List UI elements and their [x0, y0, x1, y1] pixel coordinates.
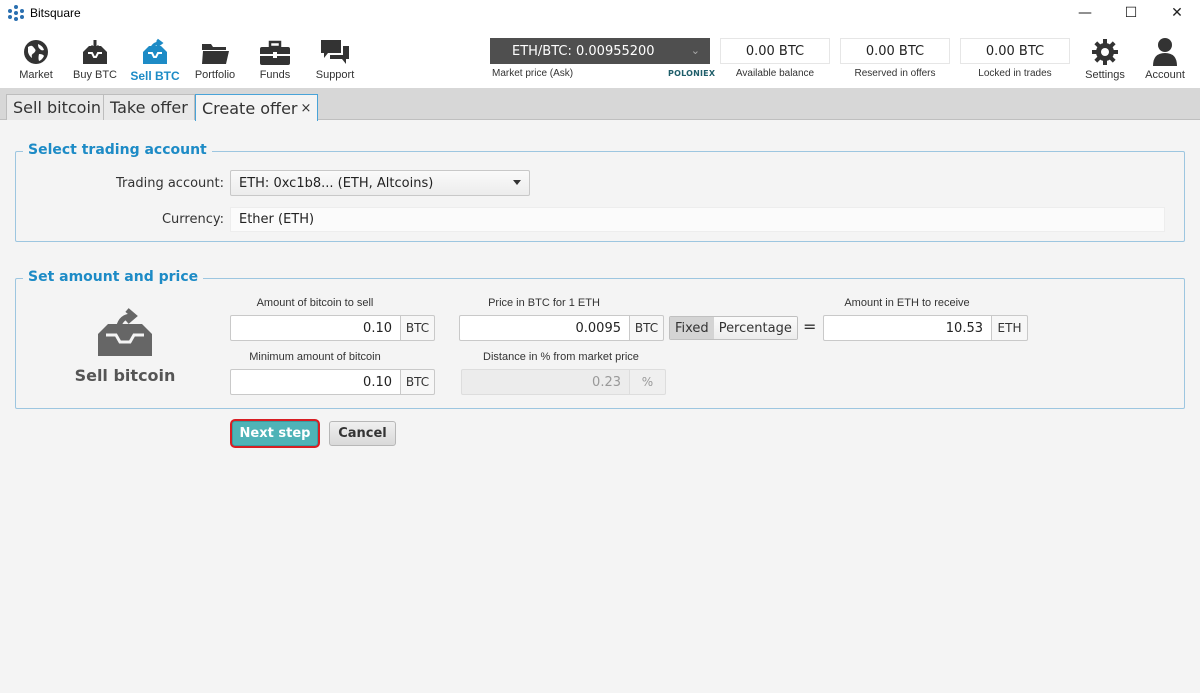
amount-to-sell-input[interactable]: 0.10 — [230, 315, 401, 341]
amount-to-sell-input-group: 0.10 BTC — [230, 315, 435, 341]
nav-settings-label: Settings — [1085, 69, 1125, 81]
nav-settings-button[interactable]: Settings — [1075, 36, 1135, 86]
locked-balance-value: 0.00 BTC — [960, 38, 1070, 64]
min-amount-unit: BTC — [401, 369, 435, 395]
buy-inbox-icon — [65, 36, 125, 66]
title-bar: Bitsquare — [0, 0, 1200, 25]
window-title: Bitsquare — [30, 5, 81, 20]
trading-account-value: ETH: 0xc1b8... (ETH, Altcoins) — [239, 175, 434, 191]
price-label: Price in BTC for 1 ETH — [488, 297, 600, 309]
receive-amount-input-group: 10.53 ETH — [823, 315, 1028, 341]
tab-sell-bitcoin[interactable]: Sell bitcoin — [6, 94, 109, 120]
nav-funds-button[interactable]: Funds — [245, 36, 305, 86]
trading-account-select[interactable]: ETH: 0xc1b8... (ETH, Altcoins) — [230, 170, 530, 196]
tab-take-offer[interactable]: Take offer — [103, 94, 195, 120]
reserved-balance-caption: Reserved in offers — [854, 68, 936, 79]
tab-create-offer-label: Create offer — [202, 98, 298, 118]
distance-input-group: 0.23 % — [461, 369, 666, 395]
nav-portfolio-button[interactable]: Portfolio — [185, 36, 245, 86]
trading-account-group-title: Select trading account — [23, 142, 212, 158]
nav-market-label: Market — [19, 69, 53, 81]
nav-sell-btc-button[interactable]: Sell BTC — [125, 36, 185, 86]
cancel-button[interactable]: Cancel — [329, 421, 396, 446]
market-price-caption: Market price (Ask) — [492, 68, 574, 79]
nav-buy-btc-button[interactable]: Buy BTC — [65, 36, 125, 86]
min-amount-label: Minimum amount of bitcoin — [249, 351, 381, 363]
nav-funds-label: Funds — [259, 69, 291, 81]
price-unit: BTC — [630, 315, 664, 341]
receive-amount-label: Amount in ETH to receive — [844, 297, 970, 309]
nav-support-button[interactable]: Support — [305, 36, 365, 86]
nav-support-label: Support — [315, 69, 355, 81]
receive-amount-input[interactable]: 10.53 — [823, 315, 992, 341]
sell-inbox-large-icon — [94, 308, 156, 362]
nav-portfolio-label: Portfolio — [194, 69, 236, 81]
receive-amount-unit: ETH — [992, 315, 1028, 341]
amount-to-sell-unit: BTC — [401, 315, 435, 341]
caret-down-icon — [513, 180, 521, 185]
nav-sell-btc-label: Sell BTC — [130, 69, 180, 83]
price-input-group: 0.0095 BTC — [459, 315, 664, 341]
fixed-price-toggle[interactable]: Fixed — [670, 317, 714, 339]
gear-icon — [1075, 36, 1135, 66]
currency-label: Currency: — [161, 212, 224, 227]
nav-buy-btc-label: Buy BTC — [72, 69, 117, 81]
briefcase-icon — [245, 36, 305, 66]
minimize-button[interactable]: — — [1062, 0, 1108, 25]
min-amount-input[interactable]: 0.10 — [230, 369, 401, 395]
price-provider-label: POLONIEX — [668, 69, 716, 78]
distance-unit: % — [630, 369, 666, 395]
tab-take-offer-label: Take offer — [110, 98, 188, 117]
trading-account-label: Trading account: — [116, 176, 224, 191]
locked-balance-caption: Locked in trades — [978, 68, 1052, 79]
bitsquare-logo-icon — [8, 4, 24, 21]
reserved-balance-value: 0.00 BTC — [840, 38, 950, 64]
close-tab-icon[interactable]: × — [300, 101, 311, 116]
next-step-button[interactable]: Next step — [232, 421, 318, 446]
currency-field: Ether (ETH) — [230, 207, 1165, 232]
amount-to-sell-label: Amount of bitcoin to sell — [256, 297, 374, 309]
min-amount-input-group: 0.10 BTC — [230, 369, 435, 395]
nav-market-button[interactable]: Market — [6, 36, 66, 86]
equals-sign: = — [803, 317, 817, 336]
distance-label: Distance in % from market price — [483, 351, 639, 363]
tab-sell-bitcoin-label: Sell bitcoin — [13, 98, 102, 117]
market-price-value: ETH/BTC: 0.00955200 — [512, 43, 655, 59]
maximize-button[interactable]: ☐ — [1108, 0, 1154, 25]
user-icon — [1135, 36, 1195, 66]
tab-create-offer[interactable]: Create offer × — [195, 94, 319, 121]
chevron-down-icon: ⌄ — [690, 44, 700, 57]
sell-bitcoin-side-label: Sell bitcoin — [74, 366, 176, 385]
available-balance-caption: Available balance — [735, 68, 815, 79]
distance-input: 0.23 — [461, 369, 630, 395]
available-balance-value: 0.00 BTC — [720, 38, 830, 64]
globe-icon — [6, 36, 66, 66]
market-price-selector[interactable]: ETH/BTC: 0.00955200 ⌄ — [490, 38, 710, 64]
currency-value: Ether (ETH) — [239, 212, 315, 227]
amount-price-group-title: Set amount and price — [23, 269, 204, 285]
price-mode-toggle: Fixed Percentage — [669, 316, 798, 340]
folder-icon — [185, 36, 245, 66]
price-input[interactable]: 0.0095 — [459, 315, 630, 341]
close-window-button[interactable]: ✕ — [1154, 0, 1200, 25]
sell-inbox-icon — [125, 36, 185, 66]
nav-account-label: Account — [1145, 69, 1185, 81]
chat-icon — [305, 36, 365, 66]
percentage-price-toggle[interactable]: Percentage — [713, 317, 797, 339]
nav-account-button[interactable]: Account — [1135, 36, 1195, 86]
